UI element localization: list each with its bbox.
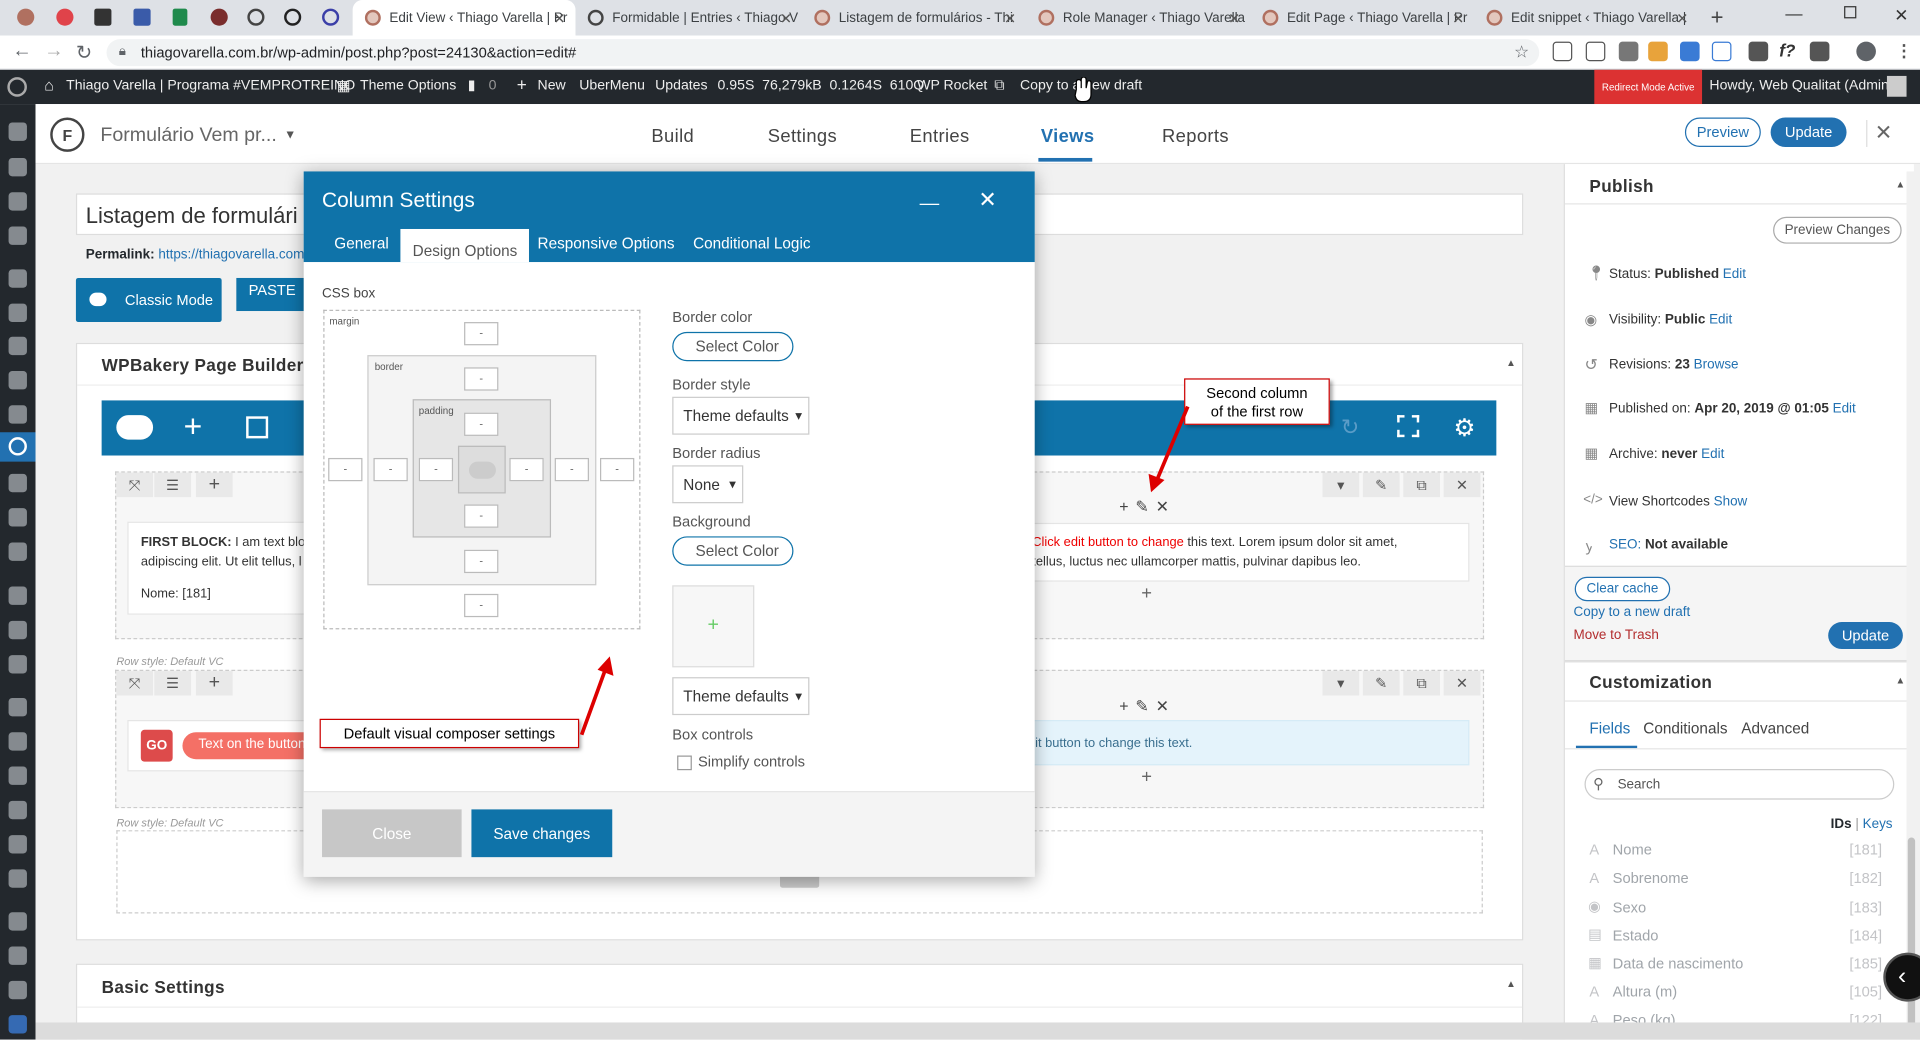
arrow-line	[579, 666, 608, 736]
mouse-cursor	[1074, 77, 1092, 103]
arrow-line	[1154, 405, 1190, 484]
hand-cursor-icon	[1074, 77, 1092, 103]
annotation-arrows	[579, 405, 1190, 736]
